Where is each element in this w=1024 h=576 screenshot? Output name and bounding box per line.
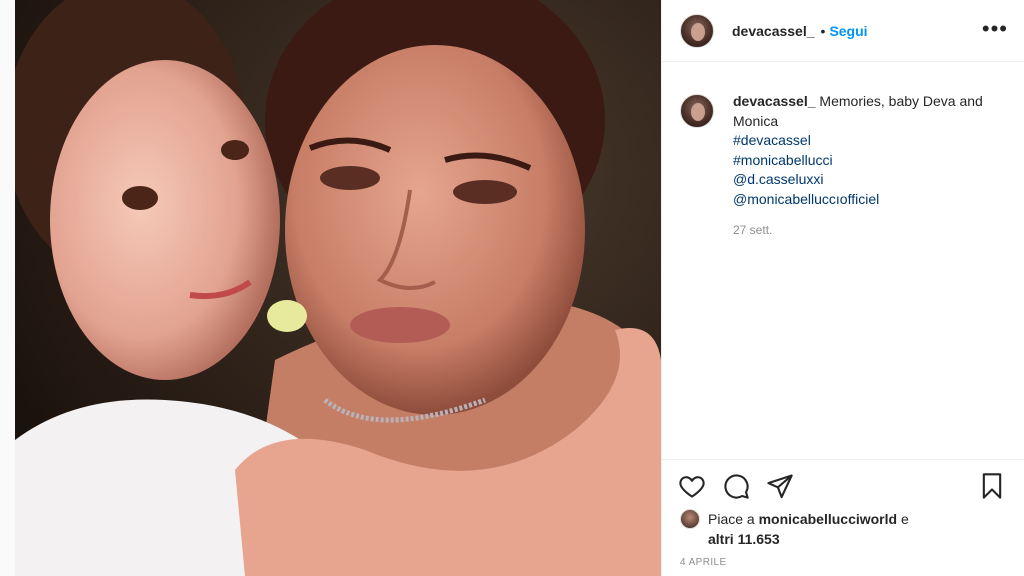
likes-text: Piace a monicabellucciworld e altri 11.6… — [708, 509, 909, 549]
caption-timestamp[interactable]: 27 sett. — [733, 221, 1008, 241]
author-avatar[interactable] — [680, 13, 714, 48]
header-separator: • — [820, 22, 826, 39]
hashtag-link[interactable]: #devacassel — [733, 131, 1008, 151]
caption-avatar[interactable] — [680, 94, 714, 128]
likes-count[interactable]: altri 11.653 — [708, 531, 780, 547]
divider — [662, 459, 1024, 460]
likes-section: Piace a monicabellucciworld e altri 11.6… — [680, 509, 1008, 549]
bookmark-icon[interactable] — [978, 472, 1008, 502]
post-date[interactable]: 4 APRILE — [680, 557, 727, 568]
comment-icon[interactable] — [722, 472, 752, 502]
post-photo[interactable] — [15, 0, 661, 576]
likes-conjunction: e — [900, 511, 909, 527]
mention-link[interactable]: @d.casseluxxi — [733, 170, 1008, 190]
post-details-panel: devacassel_ • Segui ••• devacassel_ Memo… — [661, 0, 1024, 576]
hashtag-link[interactable]: #monicabellucci — [733, 151, 1008, 171]
author-username[interactable]: devacassel_ — [732, 23, 815, 39]
photo-illustration — [15, 0, 661, 576]
action-bar — [678, 468, 1008, 504]
more-options-icon[interactable]: ••• — [982, 18, 1008, 40]
post-header: devacassel_ • Segui ••• — [662, 0, 1024, 62]
share-icon[interactable] — [766, 472, 796, 502]
caption-section: devacassel_ Memories, baby Deva and Moni… — [680, 92, 1008, 241]
likes-prefix: Piace a — [708, 511, 755, 527]
caption-username[interactable]: devacassel_ — [733, 93, 816, 109]
page-margin — [0, 0, 15, 576]
liker-username[interactable]: monicabellucciworld — [759, 511, 897, 527]
caption: devacassel_ Memories, baby Deva and Moni… — [733, 92, 1008, 241]
heart-icon[interactable] — [678, 472, 708, 502]
follow-button[interactable]: Segui — [829, 23, 867, 39]
mention-link[interactable]: @monicabelluccıofficiel — [733, 190, 1008, 210]
liker-avatar[interactable] — [680, 509, 700, 529]
